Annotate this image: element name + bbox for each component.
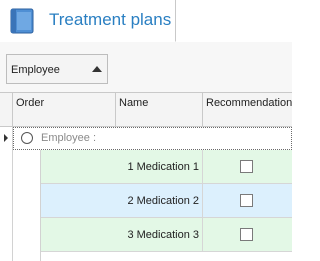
current-row-pointer-icon <box>4 134 8 142</box>
header-indicator <box>0 93 13 126</box>
group-by-panel: Employee <box>0 42 292 92</box>
cell-name[interactable]: 2 Medication 2 <box>41 184 203 217</box>
tab-bar: Treatment plans <box>0 0 292 43</box>
sort-ascending-icon[interactable] <box>92 66 102 72</box>
table-row[interactable]: 3 Medication 3 <box>41 218 292 252</box>
treatment-plans-grid: Order Name Recommendation Employee : 1 M… <box>0 92 292 261</box>
column-header-order[interactable]: Order <box>13 93 116 126</box>
expand-collapse-icon[interactable] <box>21 132 33 144</box>
tab-treatment-plans[interactable]: Treatment plans <box>0 0 176 42</box>
cell-name[interactable]: 3 Medication 3 <box>41 218 203 251</box>
table-row[interactable]: 1 Medication 1 <box>41 150 292 184</box>
group-row-employee[interactable]: Employee : <box>13 127 292 150</box>
column-header-name[interactable]: Name <box>116 93 203 126</box>
group-chip-label: Employee <box>11 64 60 76</box>
recommendation-checkbox[interactable] <box>240 228 253 241</box>
row-indicator <box>0 150 13 261</box>
group-by-employee-chip[interactable]: Employee <box>6 54 108 84</box>
recommendation-checkbox[interactable] <box>240 194 253 207</box>
grid-header: Order Name Recommendation <box>0 93 292 127</box>
content-area: Employee Order Name Recommendation Emplo… <box>0 42 292 261</box>
column-header-recommendation[interactable]: Recommendation <box>203 93 292 126</box>
recommendation-checkbox[interactable] <box>240 160 253 173</box>
tab-label: Treatment plans <box>49 10 172 29</box>
book-icon <box>8 7 36 35</box>
table-row[interactable]: 2 Medication 2 <box>41 184 292 218</box>
cell-name[interactable]: 1 Medication 1 <box>41 150 203 183</box>
group-indent <box>13 150 41 261</box>
group-row-label: Employee : <box>41 132 97 144</box>
